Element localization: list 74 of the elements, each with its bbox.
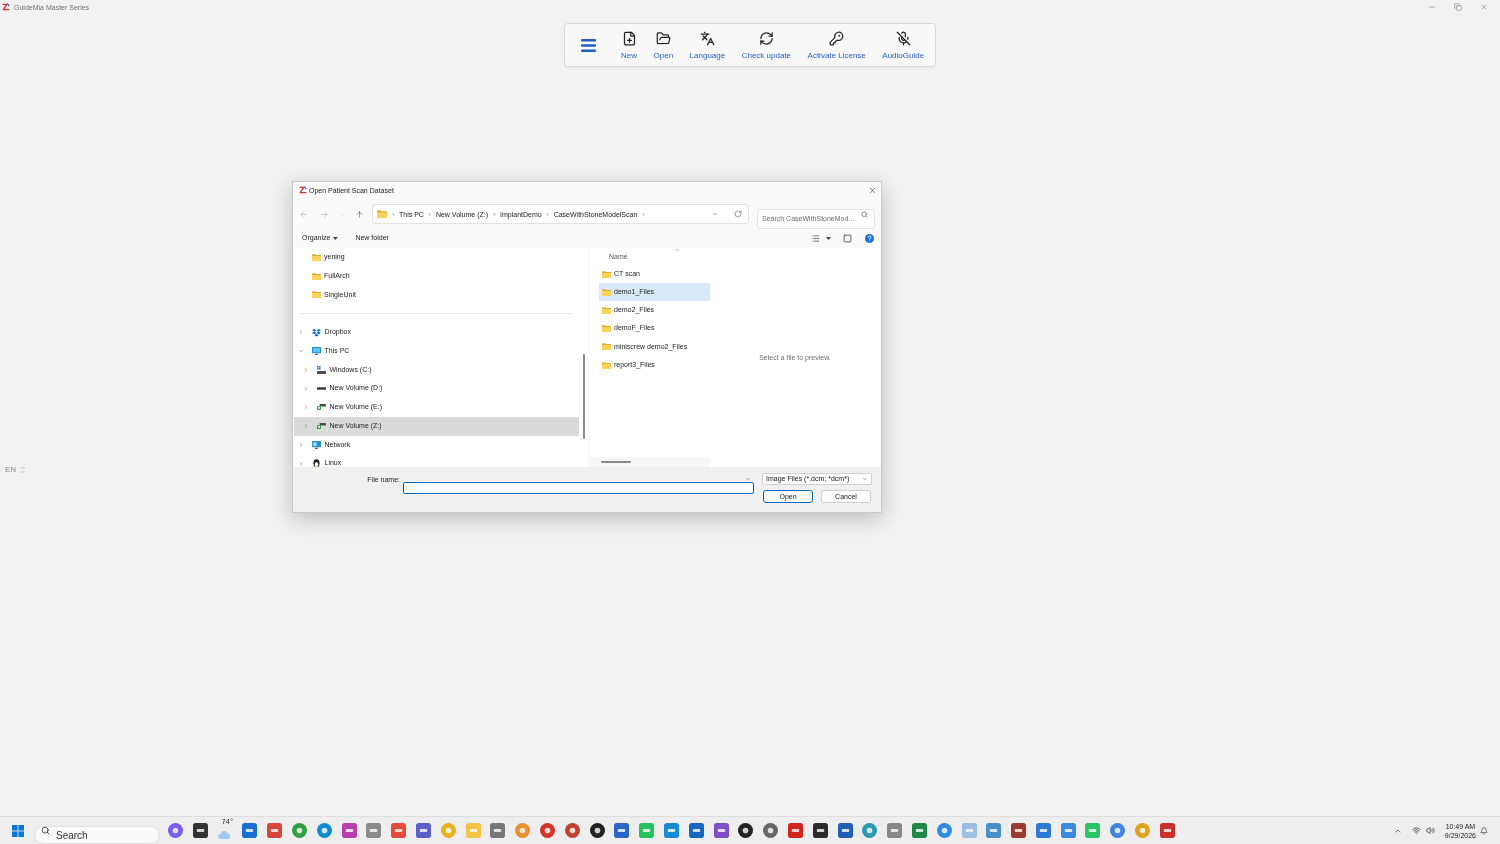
toolbar-button[interactable]: Open [649,30,678,60]
app-icon[interactable] [812,823,828,838]
caret-icon[interactable] [333,237,339,240]
app-icon[interactable] [1011,823,1027,838]
toolbar-button[interactable]: New [617,30,641,60]
refresh-icon[interactable] [734,210,742,218]
list-view-icon[interactable] [810,234,820,243]
caret-icon[interactable] [825,237,831,240]
search-icon[interactable] [861,210,868,218]
start-icon[interactable] [12,824,24,837]
chevron-right-icon[interactable] [298,460,304,467]
refresh-icon [758,30,774,46]
file-name-field[interactable] [403,481,754,494]
restore-icon[interactable] [1454,3,1462,11]
menu-icon[interactable] [581,38,596,52]
chevron-right-icon[interactable] [640,211,646,217]
folder-icon [601,288,611,296]
scrollbar-thumb[interactable] [582,354,585,439]
network-drive-icon [316,423,326,430]
folder-icon [601,361,611,369]
app-icon[interactable] [589,823,605,838]
close-icon[interactable] [1480,3,1488,11]
preview-pane-icon[interactable] [842,234,852,243]
folder-icon [601,306,611,314]
toolbar-button[interactable]: AudioGuide [878,30,929,60]
wifi-icon[interactable] [1411,826,1421,835]
scrollbar-thumb[interactable] [601,461,631,463]
key-icon [829,30,845,46]
chevron-right-icon [390,211,396,217]
app-logo-icon [2,3,10,11]
up-arrow-icon[interactable] [354,209,364,219]
chevron-down-icon[interactable] [298,348,304,355]
dropdown-caret-icon [862,476,868,482]
microphone-off-icon [895,30,911,46]
toolbar-button[interactable]: Activate License [803,30,870,60]
search-icon [41,826,50,835]
chevron-right-icon[interactable] [298,329,304,336]
monitor-icon [311,346,321,356]
chevron-right-icon[interactable] [298,441,304,448]
dropdown-caret-icon[interactable] [745,476,751,482]
folder-icon [601,270,611,278]
notification-bell-icon[interactable] [1480,826,1488,835]
file-plus-icon [621,30,637,46]
folder-icon [311,291,321,299]
dialog-logo-icon [299,186,307,194]
drive-icon [316,365,326,374]
network-drive-icon [316,404,326,411]
grip-icon [21,467,26,473]
folder-open-icon [655,30,671,46]
help-icon[interactable] [864,234,874,243]
chevron-right-icon [491,211,497,217]
folder-icon [311,272,321,280]
sort-caret-icon [674,247,680,253]
chevron-right-icon[interactable] [303,385,309,392]
toolbar-button[interactable]: Check update [737,30,796,60]
app-icon[interactable] [738,823,754,838]
chevron-right-icon [427,211,433,217]
folder-icon [601,325,611,333]
folder-icon [601,343,611,351]
taskbar-search-field[interactable]: Search [34,826,160,844]
dropdown-caret-icon[interactable] [711,211,718,217]
chevron-right-icon [545,211,551,217]
app-icon[interactable] [192,823,208,838]
chevron-right-icon[interactable] [303,366,309,373]
folder-icon [311,253,321,261]
volume-icon[interactable] [1425,826,1435,835]
diamonds-icon [311,328,321,337]
close-icon[interactable] [868,185,877,195]
folder-icon [377,210,387,218]
translate-icon [699,30,715,46]
drive-icon [316,387,326,391]
network-icon [311,440,321,450]
toolbar-button[interactable]: Language [685,30,730,60]
chevron-right-icon[interactable] [303,404,309,411]
